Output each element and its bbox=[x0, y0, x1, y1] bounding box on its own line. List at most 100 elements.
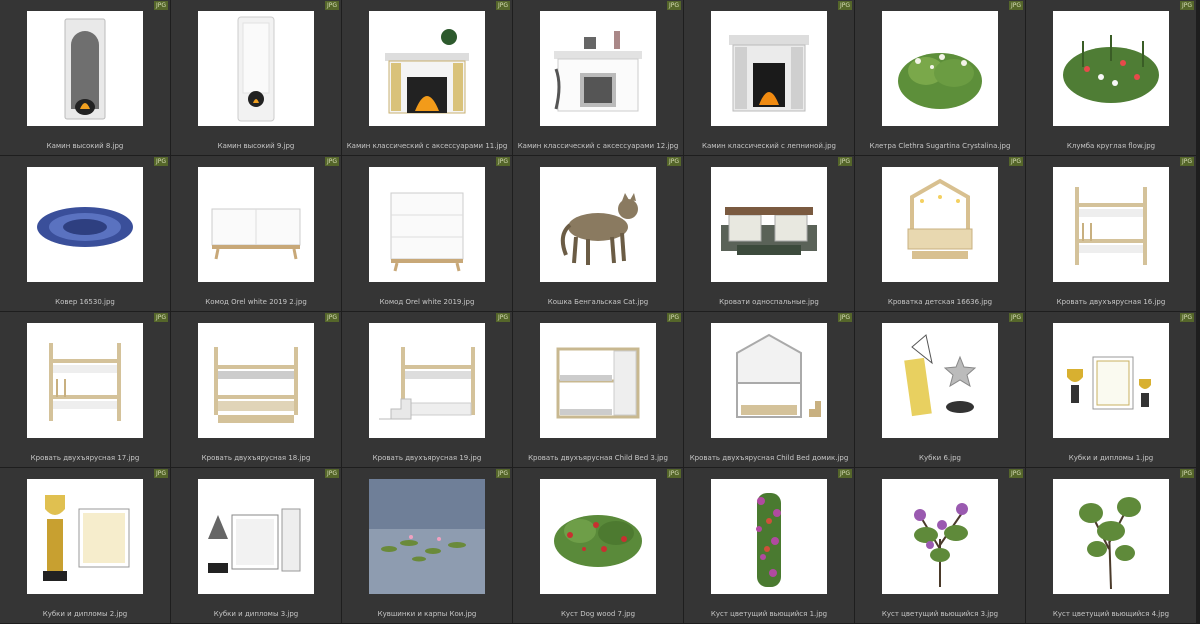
file-name: Кубки и дипломы 1.jpg bbox=[1068, 454, 1154, 462]
file-thumbnail[interactable]: JPG Кубки и дипломы 3.jpg bbox=[171, 468, 341, 623]
file-name: Кровать двухъярусная 19.jpg bbox=[372, 454, 482, 462]
file-name: Кровать двухъярусная 16.jpg bbox=[1056, 298, 1166, 306]
thumbnail-image bbox=[540, 479, 656, 594]
file-thumbnail[interactable]: JPG Комод Orel white 2019 2.jpg bbox=[171, 156, 341, 311]
file-type-badge: JPG bbox=[153, 313, 168, 322]
file-name: Камин высокий 8.jpg bbox=[46, 142, 124, 150]
file-type-badge: JPG bbox=[1179, 469, 1194, 478]
file-type-badge: JPG bbox=[495, 313, 510, 322]
file-thumbnail[interactable]: JPG Кровать двухъярусная Child Bed домик.… bbox=[684, 312, 854, 467]
file-name: Кувшинки и карпы Кои.jpg bbox=[377, 610, 477, 618]
file-name: Кровать двухъярусная 18.jpg bbox=[201, 454, 311, 462]
thumbnail-image bbox=[711, 323, 827, 438]
thumbnail-image bbox=[369, 167, 485, 282]
thumbnail-image bbox=[882, 323, 998, 438]
file-type-badge: JPG bbox=[153, 157, 168, 166]
file-type-badge: JPG bbox=[153, 1, 168, 10]
thumbnail-image bbox=[540, 11, 656, 126]
thumbnail-image bbox=[1053, 11, 1169, 126]
file-type-badge: JPG bbox=[1008, 469, 1023, 478]
file-type-badge: JPG bbox=[837, 313, 852, 322]
file-type-badge: JPG bbox=[666, 313, 681, 322]
file-thumbnail[interactable]: JPG Кровать двухъярусная 16.jpg bbox=[1026, 156, 1196, 311]
file-type-badge: JPG bbox=[666, 1, 681, 10]
file-thumbnail[interactable]: JPG Кровать двухъярусная 19.jpg bbox=[342, 312, 512, 467]
thumbnail-image bbox=[1053, 323, 1169, 438]
file-thumbnail[interactable]: JPG Камин высокий 8.jpg bbox=[0, 0, 170, 155]
file-type-badge: JPG bbox=[1008, 157, 1023, 166]
file-name: Камин классический с аксессуарами 12.jpg bbox=[517, 142, 679, 150]
file-type-badge: JPG bbox=[495, 157, 510, 166]
file-type-badge: JPG bbox=[1008, 313, 1023, 322]
file-thumbnail[interactable]: JPG Кроватка детская 16636.jpg bbox=[855, 156, 1025, 311]
file-thumbnail[interactable]: JPG Куст цветущий вьющийся 3.jpg bbox=[855, 468, 1025, 623]
file-thumbnail[interactable]: JPG Кувшинки и карпы Кои.jpg bbox=[342, 468, 512, 623]
file-thumbnail[interactable]: JPG Кровать двухъярусная 18.jpg bbox=[171, 312, 341, 467]
file-thumbnail[interactable]: JPG Кошка Бенгальская Cat.jpg bbox=[513, 156, 683, 311]
file-thumbnail[interactable]: JPG Кубки 6.jpg bbox=[855, 312, 1025, 467]
file-thumbnail[interactable]: JPG Клумба круглая flow.jpg bbox=[1026, 0, 1196, 155]
file-type-badge: JPG bbox=[837, 157, 852, 166]
file-name: Куст Dog wood 7.jpg bbox=[560, 610, 636, 618]
file-name: Комод Orel white 2019.jpg bbox=[379, 298, 475, 306]
file-type-badge: JPG bbox=[324, 313, 339, 322]
thumbnail-image bbox=[711, 11, 827, 126]
thumbnail-image bbox=[882, 479, 998, 594]
file-name: Куст цветущий вьющийся 1.jpg bbox=[710, 610, 828, 618]
thumbnail-image bbox=[882, 167, 998, 282]
file-thumbnail[interactable]: JPG Камин классический с аксессуарами 12.… bbox=[513, 0, 683, 155]
thumbnail-image bbox=[1053, 479, 1169, 594]
thumbnail-image bbox=[198, 11, 314, 126]
thumbnail-image bbox=[27, 11, 143, 126]
file-name: Кубки 6.jpg bbox=[919, 454, 961, 462]
thumbnail-image bbox=[198, 323, 314, 438]
file-name: Клетра Clethra Sugartina Crystalina.jpg bbox=[869, 142, 1011, 150]
file-thumbnail[interactable]: JPG Камин классический с аксессуарами 11.… bbox=[342, 0, 512, 155]
file-thumbnail[interactable]: JPG Куст цветущий вьющийся 4.jpg bbox=[1026, 468, 1196, 623]
file-thumbnail[interactable]: JPG Куст цветущий вьющийся 1.jpg bbox=[684, 468, 854, 623]
file-thumbnail[interactable]: JPG Клетра Clethra Sugartina Crystalina.j… bbox=[855, 0, 1025, 155]
file-name: Клумба круглая flow.jpg bbox=[1066, 142, 1156, 150]
file-type-badge: JPG bbox=[1179, 313, 1194, 322]
file-name: Кровать двухъярусная Child Bed домик.jpg bbox=[689, 454, 849, 462]
file-name: Камин высокий 9.jpg bbox=[217, 142, 295, 150]
thumbnail-image bbox=[711, 167, 827, 282]
file-type-badge: JPG bbox=[837, 469, 852, 478]
file-name: Комод Orel white 2019 2.jpg bbox=[205, 298, 307, 306]
file-name: Кровать двухъярусная 17.jpg bbox=[30, 454, 140, 462]
file-type-badge: JPG bbox=[666, 469, 681, 478]
file-name: Камин классический с аксессуарами 11.jpg bbox=[346, 142, 508, 150]
file-name: Куст цветущий вьющийся 4.jpg bbox=[1052, 610, 1170, 618]
file-thumbnail[interactable]: JPG Кубки и дипломы 1.jpg bbox=[1026, 312, 1196, 467]
file-name: Кровати односпальные.jpg bbox=[719, 298, 819, 306]
file-thumbnail[interactable]: JPG Ковер 16530.jpg bbox=[0, 156, 170, 311]
file-name: Ковер 16530.jpg bbox=[55, 298, 115, 306]
thumbnail-image bbox=[27, 323, 143, 438]
file-thumbnail-grid: JPG Камин высокий 8.jpg JPG Камин высокий 9… bbox=[0, 0, 1200, 624]
file-thumbnail[interactable]: JPG Куст Dog wood 7.jpg bbox=[513, 468, 683, 623]
file-name: Кубки и дипломы 3.jpg bbox=[213, 610, 299, 618]
file-thumbnail[interactable]: JPG Комод Orel white 2019.jpg bbox=[342, 156, 512, 311]
file-name: Кроватка детская 16636.jpg bbox=[887, 298, 993, 306]
file-thumbnail[interactable]: JPG Кровать двухъярусная 17.jpg bbox=[0, 312, 170, 467]
file-thumbnail[interactable]: JPG Камин классический с лепниной.jpg bbox=[684, 0, 854, 155]
file-type-badge: JPG bbox=[324, 469, 339, 478]
file-type-badge: JPG bbox=[153, 469, 168, 478]
thumbnail-image bbox=[369, 479, 485, 594]
file-type-badge: JPG bbox=[1179, 1, 1194, 10]
file-thumbnail[interactable]: JPG Камин высокий 9.jpg bbox=[171, 0, 341, 155]
file-name: Кубки и дипломы 2.jpg bbox=[42, 610, 128, 618]
file-thumbnail[interactable]: JPG Кровати односпальные.jpg bbox=[684, 156, 854, 311]
file-thumbnail[interactable]: JPG Кровать двухъярусная Child Bed 3.jpg bbox=[513, 312, 683, 467]
file-type-badge: JPG bbox=[837, 1, 852, 10]
thumbnail-image bbox=[369, 11, 485, 126]
file-type-badge: JPG bbox=[324, 157, 339, 166]
thumbnail-image bbox=[27, 167, 143, 282]
thumbnail-image bbox=[198, 479, 314, 594]
thumbnail-image bbox=[540, 323, 656, 438]
file-type-badge: JPG bbox=[495, 1, 510, 10]
file-name: Куст цветущий вьющийся 3.jpg bbox=[881, 610, 999, 618]
file-thumbnail[interactable]: JPG Кубки и дипломы 2.jpg bbox=[0, 468, 170, 623]
thumbnail-image bbox=[198, 167, 314, 282]
thumbnail-image bbox=[369, 323, 485, 438]
